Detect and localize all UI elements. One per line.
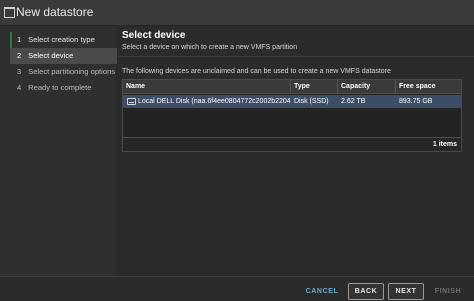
wizard-footer: CANCEL BACK NEXT FINISH [0, 276, 474, 301]
step-label: Select partitioning options [28, 67, 116, 76]
step-select-partitioning-options[interactable]: 3 Select partitioning options [10, 64, 117, 80]
finish-button[interactable]: FINISH [428, 283, 468, 300]
step-number: 4 [17, 83, 22, 92]
next-button[interactable]: NEXT [388, 283, 424, 300]
column-header-capacity[interactable]: Capacity [338, 80, 396, 94]
table-row[interactable]: Local DELL Disk (naa.6f4ee0804772c2002b2… [123, 95, 461, 108]
page-subtitle: Select a device on which to create a new… [122, 44, 298, 51]
wizard-steps-sidebar: 1 Select creation type 2 Select device 3… [0, 26, 117, 276]
table-footer: 1 items [123, 137, 461, 151]
step-select-creation-type[interactable]: 1 Select creation type [10, 32, 117, 48]
step-number: 2 [17, 51, 22, 60]
step-select-device[interactable]: 2 Select device [10, 48, 117, 64]
column-header-free-space[interactable]: Free space [396, 80, 461, 94]
column-header-name[interactable]: Name [123, 80, 291, 94]
step-number: 1 [17, 35, 22, 44]
column-header-type[interactable]: Type [291, 80, 338, 94]
cancel-button[interactable]: CANCEL [300, 283, 344, 300]
cell-capacity: 2.62 TB [341, 98, 366, 105]
title-bar: New datastore [0, 0, 474, 26]
cell-type: Disk (SSD) [294, 98, 329, 105]
back-button[interactable]: BACK [348, 283, 384, 300]
step-label: Select device [28, 51, 74, 60]
table-header: Name Type Capacity Free space [123, 80, 461, 94]
step-number: 3 [17, 67, 22, 76]
page-title: Select device [122, 30, 186, 41]
info-text: The following devices are unclaimed and … [122, 68, 391, 75]
divider [118, 56, 474, 57]
device-table: Name Type Capacity Free space Local DELL… [122, 79, 462, 152]
window-title: New datastore [16, 5, 94, 19]
items-count: 1 items [432, 141, 457, 148]
cell-name: Local DELL Disk (naa.6f4ee0804772c2002b2… [138, 98, 291, 105]
step-ready-to-complete[interactable]: 4 Ready to complete [10, 80, 117, 96]
main-panel: Select device Select a device on which t… [118, 26, 474, 276]
step-label: Select creation type [28, 35, 95, 44]
cell-free-space: 893.75 GB [399, 98, 433, 105]
step-label: Ready to complete [28, 83, 92, 92]
window-icon [4, 7, 15, 18]
